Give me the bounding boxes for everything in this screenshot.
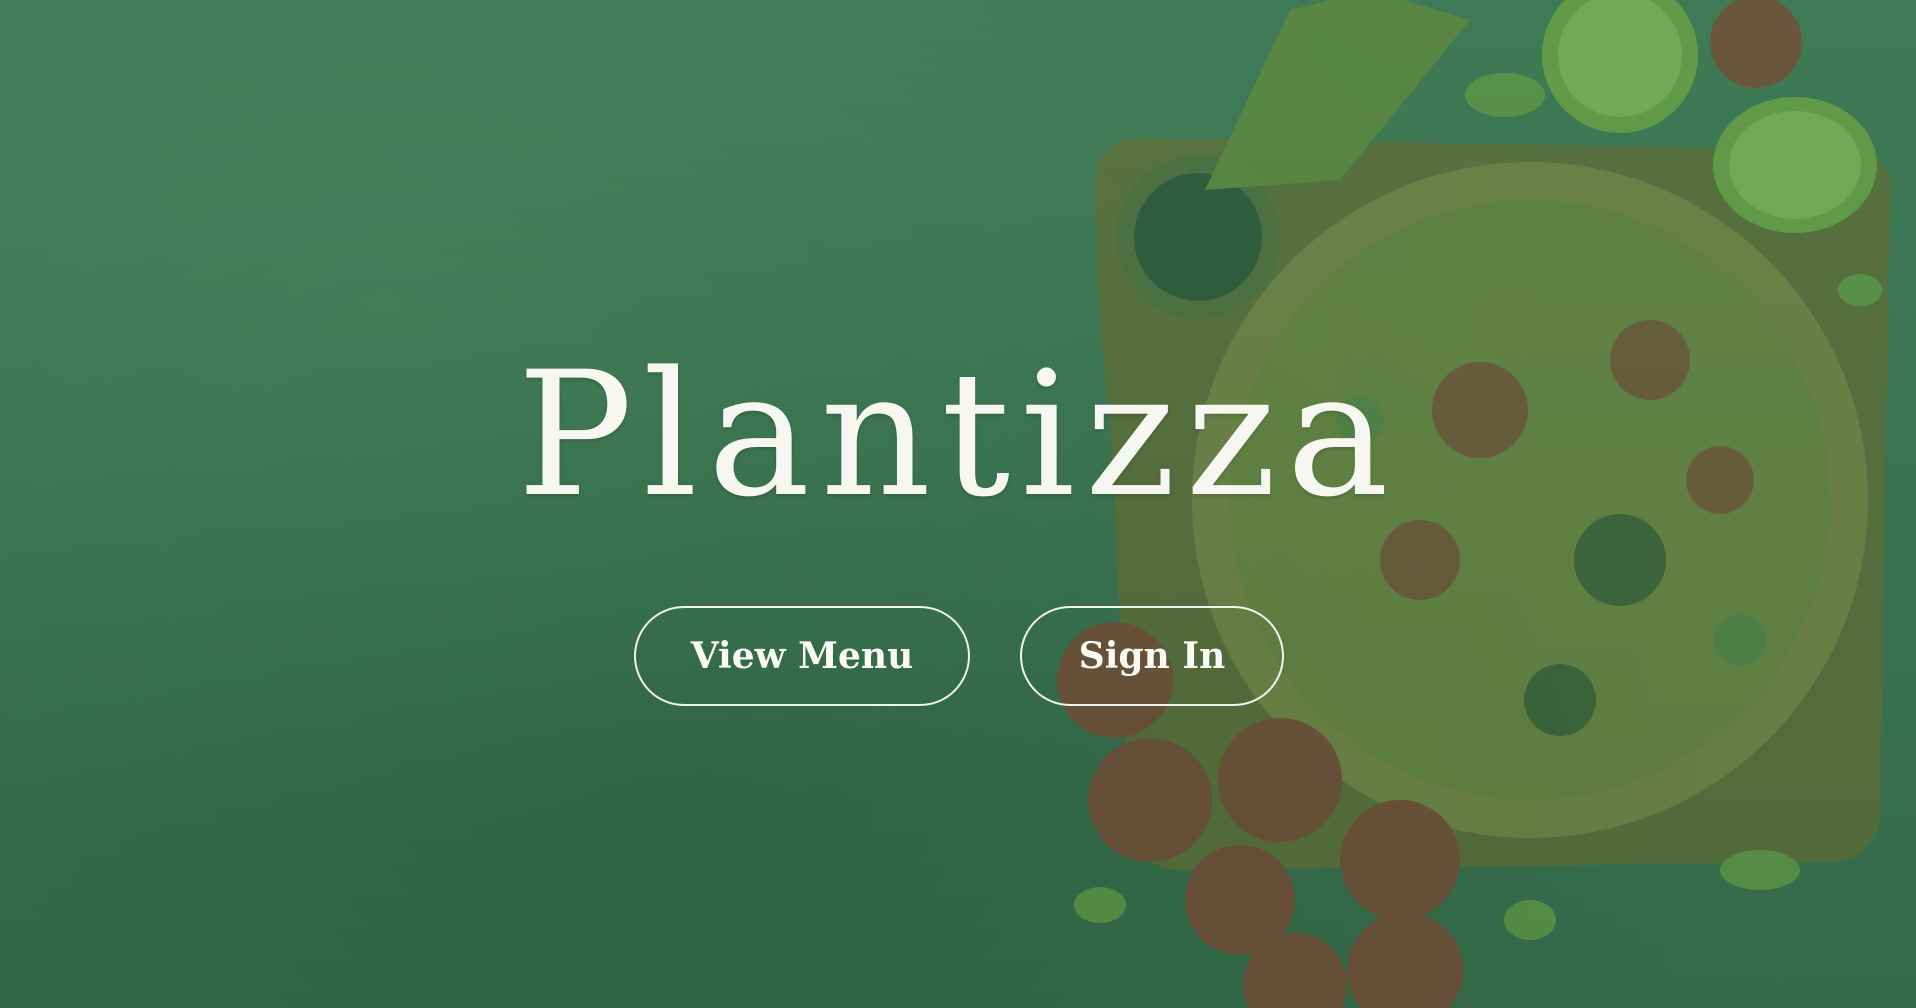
site-title: Plantizza — [517, 334, 1399, 535]
view-menu-button[interactable]: View Menu — [634, 606, 970, 706]
hero-section: Plantizza View Menu Sign In — [0, 0, 1916, 1008]
hero-content: Plantizza View Menu Sign In — [0, 0, 1916, 1008]
sign-in-button[interactable]: Sign In — [1020, 606, 1284, 706]
